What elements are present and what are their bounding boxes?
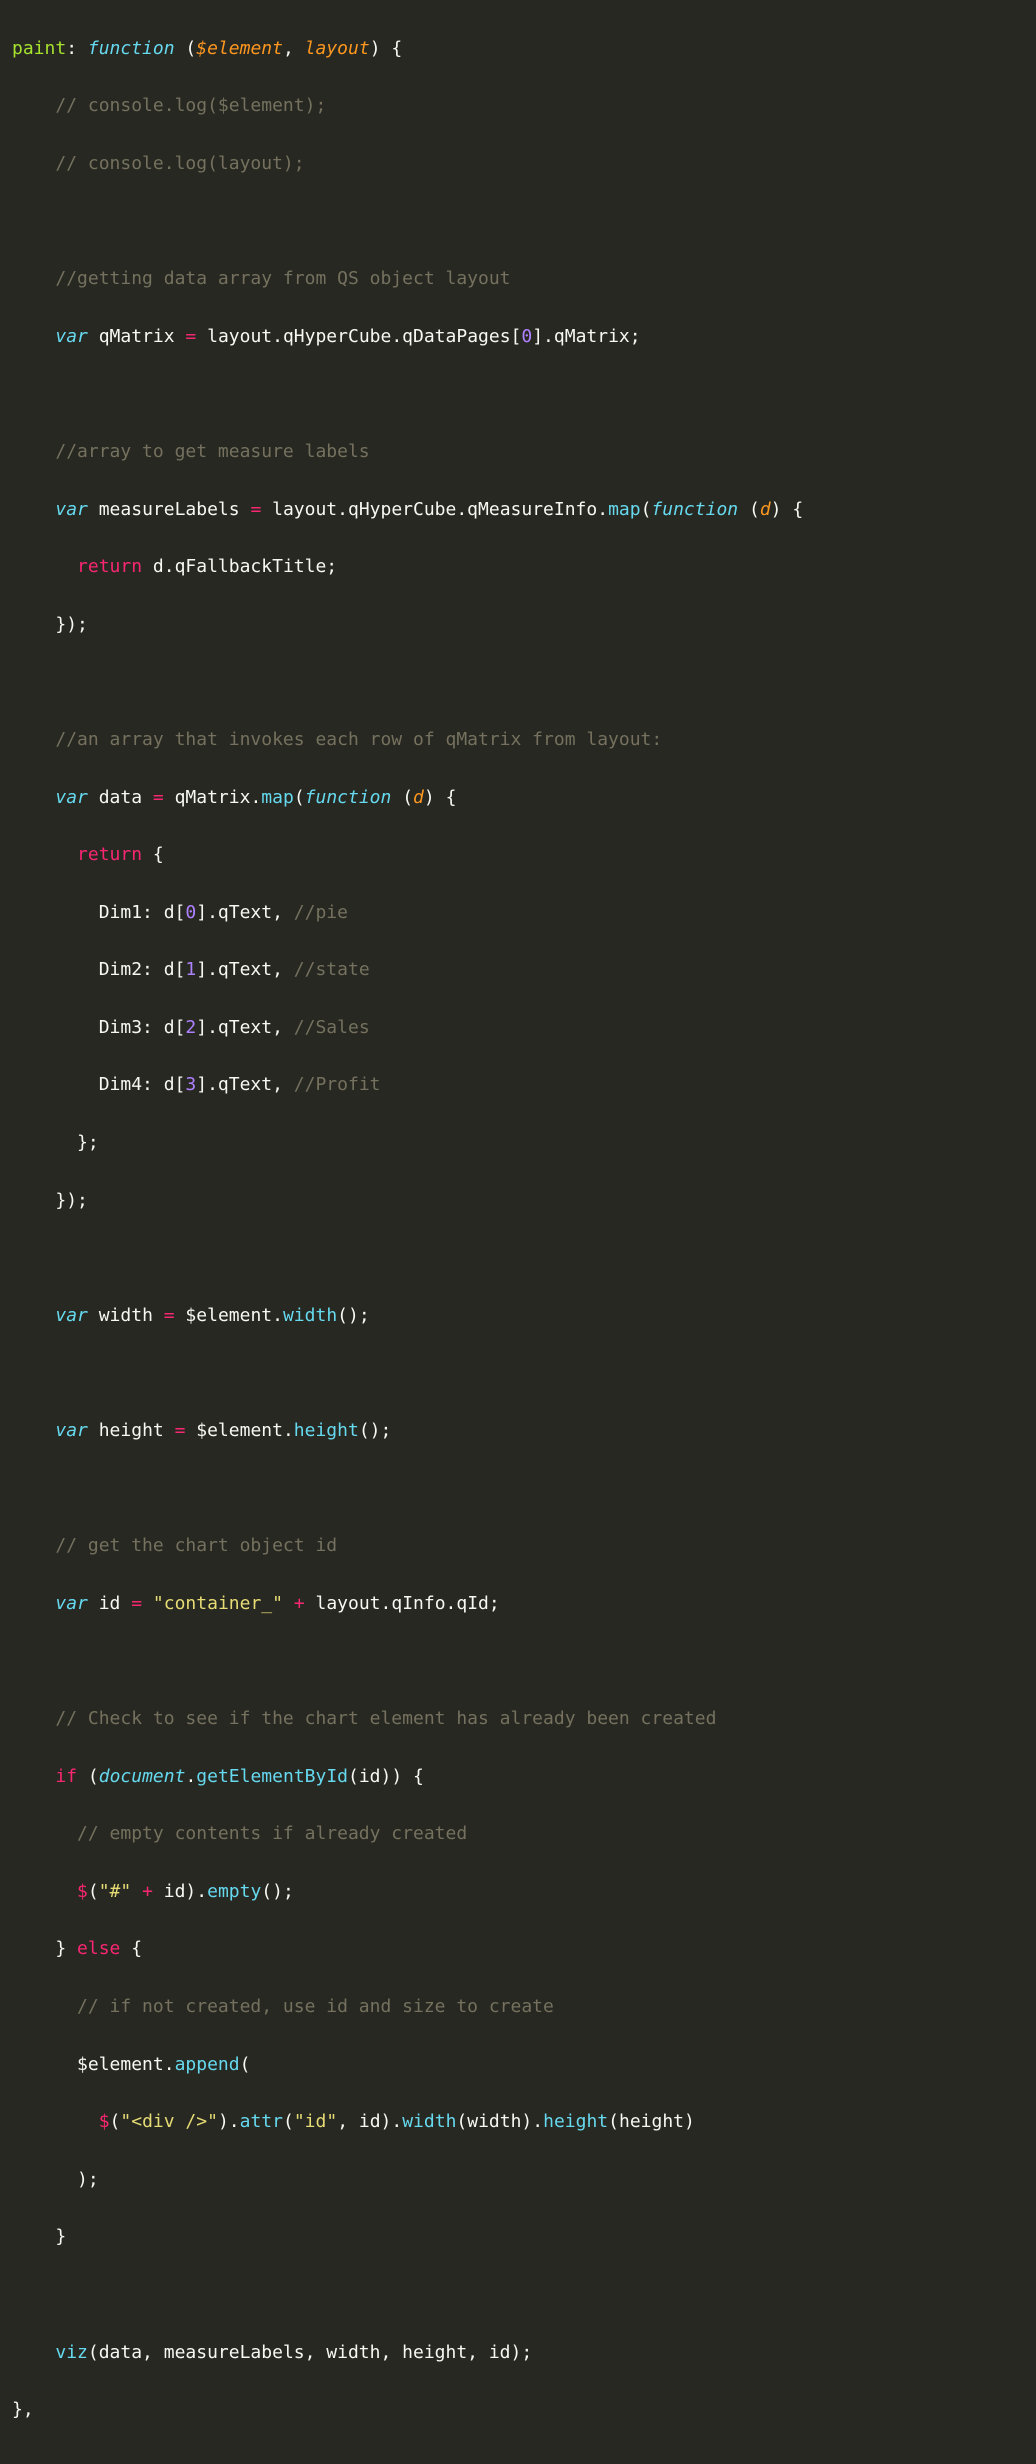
method-call: map: [608, 499, 641, 520]
string: "id": [294, 2111, 337, 2132]
code-line: var id = "container_" + layout.qInfo.qId…: [0, 1590, 1036, 1619]
code-line: //getting data array from QS object layo…: [0, 265, 1036, 294]
code-line: });: [0, 611, 1036, 640]
code-line: var data = qMatrix.map(function (d) {: [0, 784, 1036, 813]
code-line: // get the chart object id: [0, 1532, 1036, 1561]
comment: // console.log(layout);: [55, 153, 304, 174]
comment: //Profit: [294, 1074, 381, 1095]
method-call: width: [283, 1305, 337, 1326]
code-line: Dim2: d[1].qText, //state: [0, 956, 1036, 985]
method-call: empty: [207, 1881, 261, 1902]
method-call: height: [294, 1420, 359, 1441]
code-line: $("<div />").attr("id", id).width(width)…: [0, 2108, 1036, 2137]
keyword-function: function: [88, 38, 186, 59]
method-call: map: [261, 787, 294, 808]
code-line: } else {: [0, 1935, 1036, 1964]
string: "<div />": [120, 2111, 218, 2132]
comment: // if not created, use id and size to cr…: [77, 1996, 554, 2017]
code-line: Dim4: d[3].qText, //Profit: [0, 1071, 1036, 1100]
code-line: [0, 208, 1036, 237]
keyword-function: function: [651, 499, 749, 520]
code-line: return {: [0, 841, 1036, 870]
comment: // console.log($element);: [55, 95, 326, 116]
keyword-var: var: [55, 787, 98, 808]
keyword-function: function: [305, 787, 403, 808]
code-line: viz(data, measureLabels, width, height, …: [0, 2339, 1036, 2368]
number: 0: [185, 902, 196, 923]
number: 3: [185, 1074, 196, 1095]
code-line: paint: function ($element, layout) {: [0, 35, 1036, 64]
code-line: });: [0, 1187, 1036, 1216]
code-line: [0, 1244, 1036, 1273]
code-line: [0, 1647, 1036, 1676]
keyword-var: var: [55, 1420, 98, 1441]
keyword-return: return: [77, 556, 142, 577]
code-line: );: [0, 2166, 1036, 2195]
param: $element: [196, 38, 283, 59]
property-name: paint: [12, 38, 66, 59]
keyword-var: var: [55, 1305, 98, 1326]
code-line: var height = $element.height();: [0, 1417, 1036, 1446]
code-line: var qMatrix = layout.qHyperCube.qDataPag…: [0, 323, 1036, 352]
code-line: // console.log(layout);: [0, 150, 1036, 179]
code-line: //an array that invokes each row of qMat…: [0, 726, 1036, 755]
code-line: $("#" + id).empty();: [0, 1878, 1036, 1907]
method-call: attr: [240, 2111, 283, 2132]
keyword-return: return: [77, 844, 142, 865]
param: layout: [305, 38, 370, 59]
param: d: [760, 499, 771, 520]
code-line: // empty contents if already created: [0, 1820, 1036, 1849]
code-line: var width = $element.width();: [0, 1302, 1036, 1331]
comment: // get the chart object id: [55, 1535, 337, 1556]
code-line: [0, 1359, 1036, 1388]
comment: // Check to see if the chart element has…: [55, 1708, 716, 1729]
keyword-if: if: [55, 1766, 77, 1787]
code-line: [0, 380, 1036, 409]
code-line: [0, 1475, 1036, 1504]
code-editor[interactable]: paint: function ($element, layout) { // …: [0, 0, 1036, 2464]
code-line: };: [0, 1129, 1036, 1158]
comment: // empty contents if already created: [77, 1823, 467, 1844]
number: 2: [185, 1017, 196, 1038]
comment: //an array that invokes each row of qMat…: [55, 729, 662, 750]
method-call: width: [402, 2111, 456, 2132]
code-line: $element.append(: [0, 2051, 1036, 2080]
code-line: // console.log($element);: [0, 92, 1036, 121]
code-line: }: [0, 2223, 1036, 2252]
code-line: },: [0, 2396, 1036, 2425]
number: 0: [521, 326, 532, 347]
method-call: append: [175, 2054, 240, 2075]
function-call: viz: [55, 2342, 88, 2363]
code-line: Dim1: d[0].qText, //pie: [0, 899, 1036, 928]
string: "#": [99, 1881, 132, 1902]
code-line: if (document.getElementById(id)) {: [0, 1763, 1036, 1792]
code-line: [0, 2281, 1036, 2310]
param: d: [413, 787, 424, 808]
code-line: var measureLabels = layout.qHyperCube.qM…: [0, 496, 1036, 525]
comment: //pie: [294, 902, 348, 923]
code-line: [0, 668, 1036, 697]
string: "container_": [153, 1593, 283, 1614]
code-line: return d.qFallbackTitle;: [0, 553, 1036, 582]
keyword-else: else: [77, 1938, 120, 1959]
keyword-var: var: [55, 326, 98, 347]
comment: //Sales: [294, 1017, 370, 1038]
number: 1: [185, 959, 196, 980]
method-call: getElementById: [196, 1766, 348, 1787]
keyword-var: var: [55, 1593, 98, 1614]
code-line: //array to get measure labels: [0, 438, 1036, 467]
comment: //state: [294, 959, 370, 980]
comment: //getting data array from QS object layo…: [55, 268, 510, 289]
code-line: Dim3: d[2].qText, //Sales: [0, 1014, 1036, 1043]
code-line: // if not created, use id and size to cr…: [0, 1993, 1036, 2022]
code-line: // Check to see if the chart element has…: [0, 1705, 1036, 1734]
keyword-var: var: [55, 499, 98, 520]
method-call: height: [543, 2111, 608, 2132]
comment: //array to get measure labels: [55, 441, 369, 462]
